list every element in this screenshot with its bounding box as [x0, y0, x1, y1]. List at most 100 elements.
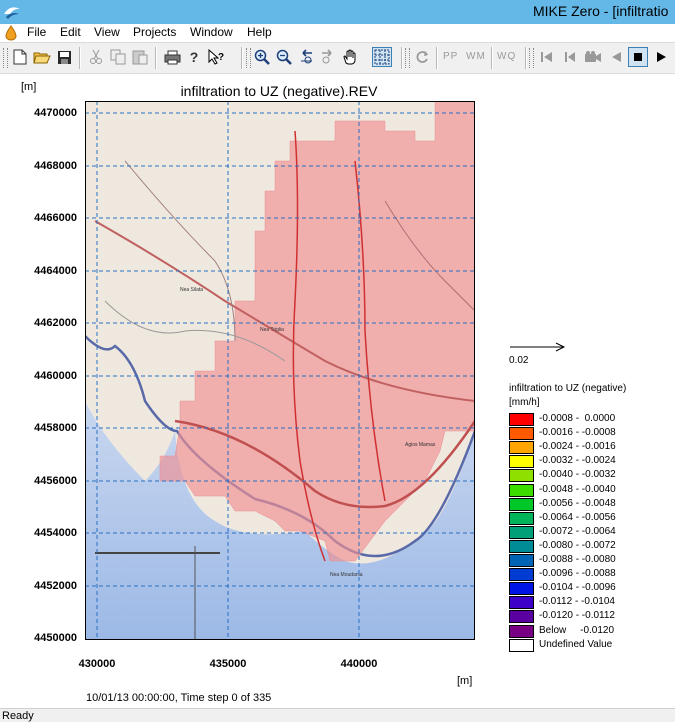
map-place-label: Nea Moudania	[330, 572, 363, 578]
first-frame-icon[interactable]	[537, 47, 557, 67]
legend-swatch	[509, 596, 534, 610]
legend-label: -0.0064 - -0.0056	[539, 511, 616, 523]
refresh-icon[interactable]	[412, 47, 432, 67]
toolbar-grip[interactable]	[529, 48, 534, 68]
toolbar-separator	[525, 47, 527, 69]
legend-label: -0.0048 - -0.0040	[539, 483, 616, 495]
y-tick-label: 4466000	[34, 212, 77, 224]
legend-swatch	[509, 638, 534, 652]
legend-units: [mm/h]	[509, 397, 540, 408]
arrow-scale-icon	[510, 342, 566, 352]
wm-button[interactable]: WM	[466, 51, 486, 62]
legend-swatch	[509, 525, 534, 539]
toolbar-separator	[401, 47, 403, 69]
legend-title: infiltration to UZ (negative)	[509, 383, 627, 394]
toolbar: ? ? PP WM WQ	[0, 42, 675, 74]
y-tick-label: 4452000	[34, 580, 77, 592]
y-tick-label: 4468000	[34, 160, 77, 172]
context-help-icon[interactable]: ?	[206, 47, 226, 67]
menu-view[interactable]: View	[94, 25, 120, 39]
y-tick-label: 4450000	[34, 632, 77, 644]
legend-label: -0.0032 - -0.0024	[539, 455, 616, 467]
y-tick-label: 4458000	[34, 422, 77, 434]
zoom-next-icon[interactable]	[318, 47, 338, 67]
document-icon[interactable]	[3, 25, 19, 41]
map-plot-area[interactable]: Nea Silata Nea Triglia Nea Moudania Agio…	[85, 101, 475, 640]
grid-select-icon[interactable]	[372, 47, 392, 67]
y-axis-unit: [m]	[21, 81, 37, 93]
menu-bar: File Edit View Projects Window Help	[0, 24, 675, 42]
cut-icon[interactable]	[86, 47, 106, 67]
help-icon[interactable]: ?	[184, 47, 204, 67]
legend-swatch	[509, 610, 534, 624]
legend-label: -0.0016 - -0.0008	[539, 427, 616, 439]
window-title: MIKE Zero - [infiltratio	[533, 3, 669, 19]
legend-label: -0.0072 - -0.0064	[539, 525, 616, 537]
paste-icon[interactable]	[130, 47, 150, 67]
toolbar-separator	[79, 47, 81, 69]
status-text: Ready	[2, 710, 34, 722]
wq-button[interactable]: WQ	[497, 51, 516, 62]
legend-label: Below -0.0120	[539, 624, 615, 636]
zoom-in-icon[interactable]	[252, 47, 272, 67]
legend-label: -0.0096 - -0.0088	[539, 568, 616, 580]
x-axis-unit: [m]	[457, 675, 473, 687]
toolbar-grip[interactable]	[405, 48, 410, 68]
copy-icon[interactable]	[108, 47, 128, 67]
open-folder-icon[interactable]	[32, 47, 52, 67]
legend-label: -0.0040 - -0.0032	[539, 469, 616, 481]
legend-swatch	[509, 624, 534, 638]
menu-file[interactable]: File	[27, 25, 46, 39]
legend-swatch	[509, 455, 534, 469]
pan-hand-icon[interactable]	[340, 47, 360, 67]
y-tick-label: 4460000	[34, 370, 77, 382]
map-place-label: Nea Triglia	[260, 327, 284, 333]
legend-swatch	[509, 413, 534, 426]
previous-frame-icon[interactable]	[560, 47, 580, 67]
status-bar: Ready	[0, 708, 675, 722]
play-forward-icon[interactable]	[651, 47, 671, 67]
menu-window[interactable]: Window	[190, 25, 233, 39]
legend-swatch	[509, 539, 534, 553]
legend-swatch	[509, 427, 534, 441]
legend-label: -0.0112 - -0.0104	[539, 596, 615, 608]
map-place-label: Agios Mamas	[405, 442, 436, 448]
legend-swatch	[509, 469, 534, 483]
menu-edit[interactable]: Edit	[60, 25, 81, 39]
plot-title: infiltration to UZ (negative).REV	[180, 83, 378, 99]
toolbar-separator	[241, 47, 243, 69]
camera-icon[interactable]	[583, 47, 603, 67]
y-tick-label: 4454000	[34, 527, 77, 539]
legend-label: Undefined Value	[539, 638, 613, 650]
legend-label: -0.0120 - -0.0112	[539, 610, 615, 622]
y-tick-label: 4464000	[34, 265, 77, 277]
pp-button[interactable]: PP	[443, 51, 458, 62]
legend-label: -0.0104 - -0.0096	[539, 582, 616, 594]
legend-swatch	[509, 497, 534, 511]
legend-label: -0.0080 - -0.0072	[539, 539, 616, 551]
x-tick-label: 430000	[78, 658, 116, 670]
zoom-previous-icon[interactable]	[296, 47, 316, 67]
y-tick-label: 4462000	[34, 317, 77, 329]
menu-projects[interactable]: Projects	[133, 25, 176, 39]
mike-app-icon[interactable]	[2, 2, 22, 22]
zoom-out-icon[interactable]	[274, 47, 294, 67]
legend-swatch	[509, 582, 534, 596]
stop-icon[interactable]	[628, 47, 648, 67]
toolbar-grip[interactable]	[246, 48, 251, 68]
toolbar-separator	[491, 47, 493, 69]
save-icon[interactable]	[54, 47, 74, 67]
legend-swatch	[509, 483, 534, 497]
new-file-icon[interactable]	[10, 47, 30, 67]
legend-label: -0.0008 - 0.0000	[539, 413, 616, 424]
y-tick-label: 4456000	[34, 475, 77, 487]
x-tick-label: 440000	[340, 658, 378, 670]
toolbar-grip[interactable]	[3, 48, 8, 68]
toolbar-separator	[436, 47, 438, 69]
menu-help[interactable]: Help	[247, 25, 272, 39]
y-tick-label: 4470000	[34, 107, 77, 119]
title-bar: MIKE Zero - [infiltratio	[0, 0, 675, 24]
play-back-icon[interactable]	[606, 47, 626, 67]
print-icon[interactable]	[162, 47, 182, 67]
legend-swatch	[509, 511, 534, 525]
